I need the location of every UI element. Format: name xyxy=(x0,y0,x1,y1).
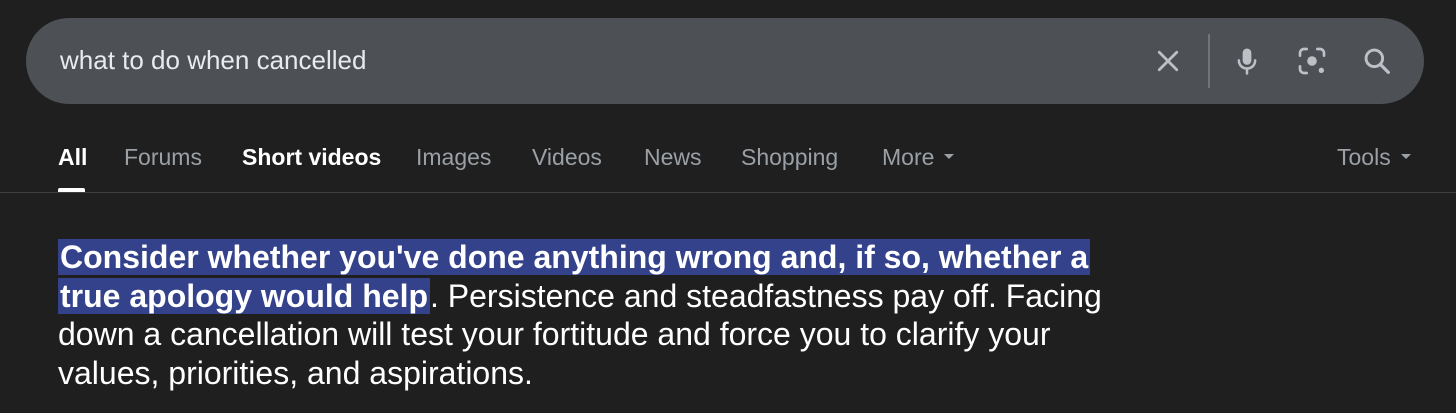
chevron-down-icon xyxy=(1400,154,1411,160)
microphone-icon xyxy=(1237,48,1257,75)
close-icon xyxy=(1157,50,1179,72)
clear-search-button[interactable] xyxy=(1146,39,1190,83)
chevron-down-icon xyxy=(944,154,955,160)
search-bar[interactable] xyxy=(26,18,1424,104)
tab-all[interactable]: All xyxy=(58,142,87,172)
search-icon xyxy=(1364,48,1390,74)
tools-button[interactable]: Tools xyxy=(1337,142,1411,172)
search-results-page: All Forums Short videos Images Videos Ne… xyxy=(0,0,1456,413)
image-search-button[interactable] xyxy=(1290,39,1334,83)
tab-more-label: More xyxy=(882,144,935,170)
tools-label: Tools xyxy=(1337,144,1391,170)
search-tabs: All Forums Short videos Images Videos Ne… xyxy=(0,132,1456,192)
voice-search-button[interactable] xyxy=(1225,39,1269,83)
tab-forums[interactable]: Forums xyxy=(124,142,202,172)
tab-images[interactable]: Images xyxy=(416,142,491,172)
tab-shopping[interactable]: Shopping xyxy=(741,142,838,172)
tab-news[interactable]: News xyxy=(644,142,702,172)
tab-short-videos[interactable]: Short videos xyxy=(242,142,381,172)
search-bar-divider xyxy=(1208,34,1210,88)
tabs-divider xyxy=(0,192,1456,193)
search-input[interactable] xyxy=(60,40,1110,80)
featured-snippet: Consider whether you've done anything wr… xyxy=(58,238,1118,392)
camera-lens-icon xyxy=(1298,47,1326,75)
tab-more[interactable]: More xyxy=(882,142,955,172)
tab-videos[interactable]: Videos xyxy=(532,142,602,172)
search-button[interactable] xyxy=(1355,39,1399,83)
